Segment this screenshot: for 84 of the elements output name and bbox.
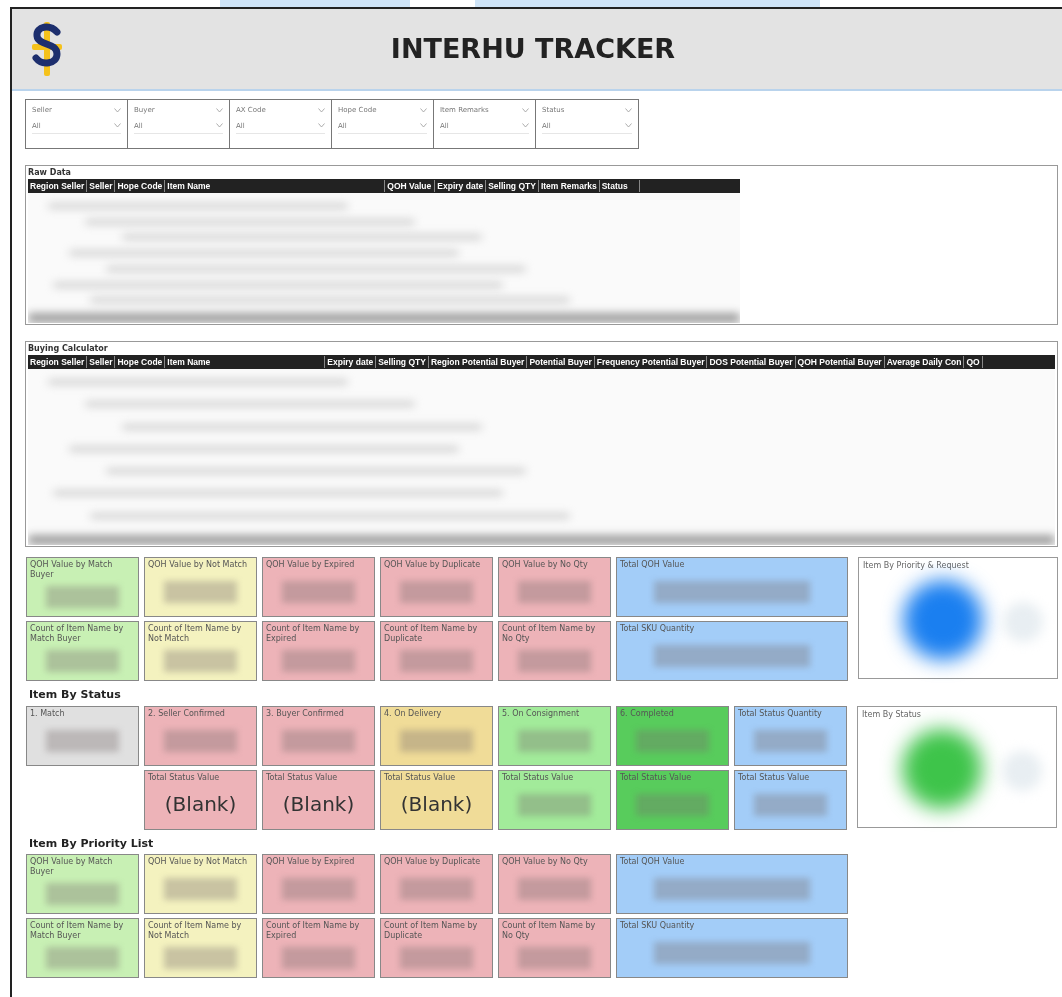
- dashboard-title: INTERHU TRACKER: [389, 31, 677, 66]
- chevron-icon[interactable]: [522, 107, 529, 113]
- column-header[interactable]: Seller: [87, 179, 116, 193]
- column-header[interactable]: Region Seller: [28, 355, 88, 369]
- chevron-icon[interactable]: [625, 123, 632, 129]
- logo-icon: [30, 20, 64, 78]
- column-header[interactable]: Item Name: [165, 355, 326, 369]
- column-header[interactable]: DOS Potential Buyer: [707, 355, 796, 369]
- page-tab[interactable]: [220, 0, 410, 8]
- card-label: Count of Item Name by Not Match: [148, 624, 243, 644]
- card-label: 5. On Consignment: [502, 708, 581, 719]
- card-label: QOH Value by No Qty: [502, 857, 589, 867]
- card-label: Total Status Value: [738, 772, 811, 783]
- table-title: Raw Data: [28, 167, 72, 179]
- chevron-icon[interactable]: [114, 123, 121, 129]
- card-value: (Blank): [400, 792, 473, 817]
- section-title: Item By Priority List: [29, 835, 155, 852]
- card-label: QOH Value by Not Match: [148, 560, 248, 570]
- column-header[interactable]: Selling QTY: [376, 355, 429, 369]
- column-header[interactable]: QO: [964, 355, 983, 369]
- chevron-icon[interactable]: [522, 123, 529, 129]
- table-title: Buying Calculator: [28, 343, 109, 355]
- card-label: QOH Value by No Qty: [502, 560, 589, 570]
- column-header[interactable]: Selling QTY: [486, 179, 539, 193]
- card-label: Count of Item Name by No Qty: [502, 624, 597, 644]
- chevron-icon[interactable]: [420, 107, 427, 113]
- card-label: Count of Item Name by No Qty: [502, 921, 597, 941]
- chevron-icon[interactable]: [114, 107, 121, 113]
- card-label: Total Status Quantity: [738, 708, 823, 719]
- card-label: Total Status Value: [148, 772, 221, 783]
- card-value: (Blank): [164, 792, 237, 817]
- page-tab[interactable]: [475, 0, 820, 8]
- card-label: QOH Value by Match Buyer: [30, 560, 114, 580]
- card-label: Count of Item Name by Not Match: [148, 921, 243, 941]
- chevron-icon[interactable]: [318, 107, 325, 113]
- chevron-icon[interactable]: [625, 107, 632, 113]
- column-header[interactable]: Frequency Potential Buyer: [594, 355, 708, 369]
- column-header[interactable]: Seller: [87, 355, 116, 369]
- card-label: Total QOH Value: [620, 560, 686, 570]
- card-label: 3. Buyer Confirmed: [266, 708, 345, 719]
- column-header[interactable]: Item Name: [165, 179, 386, 193]
- card-label: Total Status Value: [384, 772, 457, 783]
- card-label: QOH Value by Duplicate: [384, 857, 482, 867]
- card-label: Total Status Value: [620, 772, 693, 783]
- card-label: Total Status Value: [502, 772, 575, 783]
- column-header[interactable]: Status: [599, 179, 640, 193]
- section-title: Item By Status: [29, 687, 122, 703]
- card-label: QOH Value by Expired: [266, 857, 356, 867]
- chevron-icon[interactable]: [420, 123, 427, 129]
- card-label: Total SKU Quantity: [620, 624, 696, 634]
- chevron-icon[interactable]: [216, 107, 223, 113]
- column-header[interactable]: Expiry date: [325, 355, 377, 369]
- card-label: Count of Item Name by Duplicate: [384, 921, 479, 941]
- column-header[interactable]: Average Daily Con: [884, 355, 965, 369]
- column-header[interactable]: Item Remarks: [538, 179, 600, 193]
- chevron-icon[interactable]: [216, 123, 223, 129]
- card-label: Count of Item Name by Expired: [266, 921, 361, 941]
- chevron-icon[interactable]: [318, 123, 325, 129]
- card-label: Count of Item Name by Match Buyer: [30, 921, 125, 941]
- column-header[interactable]: Hope Code: [115, 355, 166, 369]
- card-label: Total SKU Quantity: [620, 921, 696, 931]
- column-header[interactable]: Region Seller: [28, 179, 88, 193]
- card-label: Count of Item Name by Match Buyer: [30, 624, 125, 644]
- column-header[interactable]: Region Potential Buyer: [428, 355, 528, 369]
- card-label: Total Status Value: [266, 772, 339, 783]
- column-header[interactable]: Expiry date: [435, 179, 487, 193]
- column-header[interactable]: Potential Buyer: [527, 355, 595, 369]
- card-label: QOH Value by Not Match: [148, 857, 248, 867]
- card-label: 6. Completed: [620, 708, 675, 719]
- column-header[interactable]: Hope Code: [115, 179, 166, 193]
- card-label: 1. Match: [30, 708, 66, 719]
- card-label: QOH Value by Match Buyer: [30, 857, 114, 877]
- column-header[interactable]: QOH Potential Buyer: [795, 355, 885, 369]
- card-label: Count of Item Name by Duplicate: [384, 624, 479, 644]
- column-header[interactable]: QOH Value: [385, 179, 436, 193]
- card-label: 2. Seller Confirmed: [148, 708, 226, 719]
- card-label: Total QOH Value: [620, 857, 686, 867]
- chart-title: Item By Status: [862, 708, 922, 721]
- card-label: QOH Value by Duplicate: [384, 560, 482, 570]
- card-label: Count of Item Name by Expired: [266, 624, 361, 644]
- card-value: (Blank): [282, 792, 355, 817]
- card-label: QOH Value by Expired: [266, 560, 356, 570]
- card-label: 4. On Delivery: [384, 708, 443, 719]
- chart-title: Item By Priority & Request: [863, 560, 970, 572]
